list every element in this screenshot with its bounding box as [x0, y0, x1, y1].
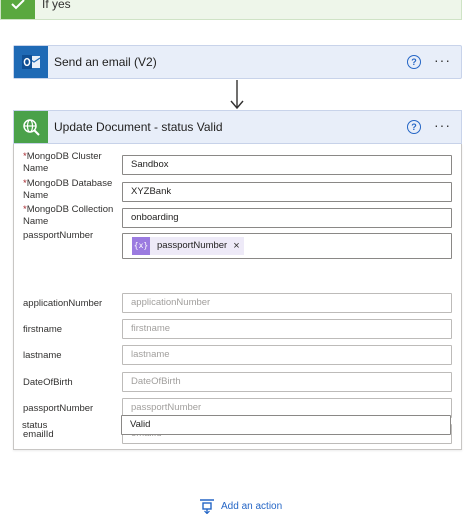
- field-label: DateOfBirth: [23, 377, 73, 388]
- firstname-input[interactable]: firstname: [122, 319, 452, 339]
- add-action-icon: [200, 499, 214, 514]
- help-icon[interactable]: ?: [407, 55, 421, 69]
- action-card-update-document[interactable]: Update Document - status Valid ? ··· *Mo…: [13, 110, 462, 450]
- action-card-header[interactable]: Update Document - status Valid ? ···: [13, 110, 462, 144]
- action-title: Send an email (V2): [54, 55, 157, 69]
- more-options-icon[interactable]: ···: [434, 117, 451, 133]
- branch-label: If yes: [42, 0, 71, 11]
- field-label: *MongoDB Cluster Name: [23, 151, 102, 174]
- branch-header[interactable]: If yes: [0, 0, 462, 20]
- outlook-icon: [14, 46, 48, 78]
- mongodb-database-name-input[interactable]: XYZBank: [122, 182, 452, 202]
- dynamic-content-token[interactable]: {x} passportNumber ×: [132, 237, 244, 255]
- help-icon[interactable]: ?: [407, 120, 421, 134]
- field-label: firstname: [23, 324, 63, 335]
- add-action-button[interactable]: Add an action: [199, 498, 282, 514]
- expression-icon: {x}: [132, 237, 150, 255]
- field-label: passportNumber: [23, 403, 94, 414]
- field-label: lastname: [23, 350, 62, 361]
- mongodb-cluster-name-input[interactable]: Sandbox: [122, 155, 452, 175]
- add-action-label: Add an action: [221, 500, 283, 512]
- action-card-send-email[interactable]: Send an email (V2) ? ···: [13, 45, 462, 79]
- passport-number-token-input[interactable]: {x} passportNumber ×: [122, 233, 452, 259]
- action-card-body: *MongoDB Cluster Name Sandbox *MongoDB D…: [13, 144, 462, 450]
- token-label: passportNumber: [157, 240, 228, 251]
- status-input[interactable]: Valid: [121, 415, 451, 435]
- application-number-input[interactable]: applicationNumber: [122, 293, 452, 313]
- date-of-birth-input[interactable]: DateOfBirth: [122, 372, 452, 392]
- more-options-icon[interactable]: ···: [434, 52, 451, 68]
- mongodb-globe-search-icon: [14, 111, 48, 143]
- lastname-input[interactable]: lastname: [122, 345, 452, 365]
- action-card-header[interactable]: Send an email (V2) ? ···: [13, 45, 462, 79]
- field-label: *MongoDB Collection Name: [23, 204, 114, 227]
- down-arrow-icon: [230, 80, 244, 110]
- checkmark-icon: [1, 0, 35, 19]
- field-label: passportNumber: [23, 230, 94, 241]
- field-label: *MongoDB Database Name: [23, 178, 113, 201]
- action-title: Update Document - status Valid: [54, 120, 223, 134]
- remove-token-icon[interactable]: ×: [233, 237, 239, 255]
- field-label: status: [22, 420, 48, 431]
- field-label: applicationNumber: [23, 298, 103, 309]
- mongodb-collection-name-input[interactable]: onboarding: [122, 208, 452, 228]
